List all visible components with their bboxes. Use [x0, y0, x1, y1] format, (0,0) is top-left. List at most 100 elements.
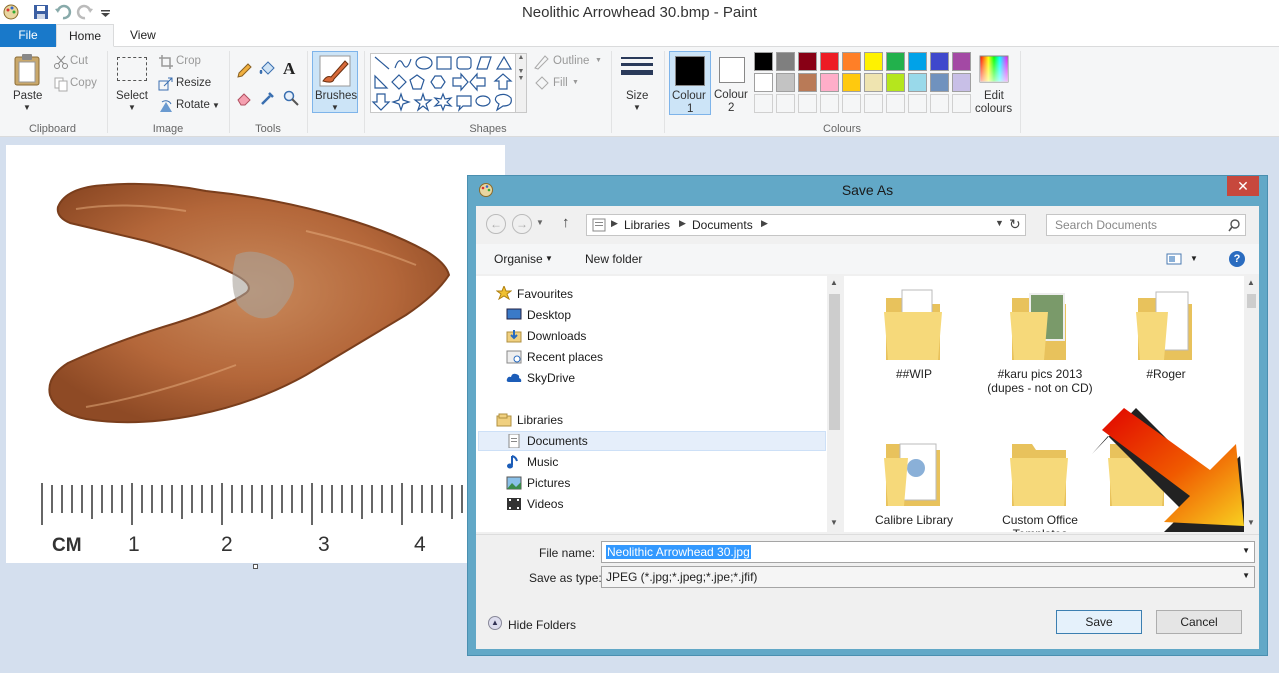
colour-swatch[interactable] — [776, 73, 795, 92]
colour-swatch[interactable] — [776, 52, 795, 71]
copy-button[interactable]: Copy — [70, 77, 97, 89]
nav-favourites[interactable]: Favourites — [517, 287, 573, 307]
organise-button[interactable]: Organise — [494, 252, 543, 266]
folder-item[interactable]: Calibre Library — [854, 430, 974, 527]
cancel-button[interactable]: Cancel — [1156, 610, 1242, 634]
nav-libraries[interactable]: Libraries — [517, 413, 563, 433]
colour-swatch[interactable] — [930, 73, 949, 92]
nav-scrollbar[interactable]: ▲ ▼ — [827, 276, 842, 532]
colour1-button[interactable]: Colour 1 — [669, 51, 711, 115]
files-scrollbar[interactable]: ▲ ▼ — [1244, 276, 1259, 532]
fill-dropdown-icon[interactable]: ▼ — [572, 79, 579, 86]
scroll-down-icon[interactable]: ▼ — [1247, 518, 1255, 527]
colour-swatch[interactable] — [886, 52, 905, 71]
colour-swatch[interactable] — [842, 73, 861, 92]
nav-scroll-thumb[interactable] — [829, 294, 840, 430]
brushes-button[interactable]: Brushes ▼ — [312, 51, 358, 113]
colour-swatch[interactable] — [864, 73, 883, 92]
colour-swatch[interactable] — [930, 52, 949, 71]
nav-music[interactable]: Music — [527, 455, 558, 475]
empty-colour-swatch[interactable] — [908, 94, 927, 113]
nav-pictures[interactable]: Pictures — [527, 476, 570, 496]
save-as-type-select[interactable]: JPEG (*.jpg;*.jpeg;*.jpe;*.jfif) ▼ — [601, 566, 1255, 588]
outline-button[interactable]: Outline — [553, 55, 589, 67]
colour-picker-icon[interactable] — [260, 90, 276, 106]
nav-documents[interactable]: Documents — [527, 434, 588, 454]
back-icon[interactable]: ← — [486, 214, 506, 234]
hide-folders-icon[interactable]: ▲ — [488, 616, 502, 630]
tab-view[interactable]: View — [118, 24, 166, 47]
shapes-gallery[interactable] — [370, 53, 516, 113]
size-button[interactable]: Size — [626, 90, 648, 102]
colour-swatch[interactable] — [798, 52, 817, 71]
edit-colours-label[interactable]: Edit — [984, 90, 1004, 102]
empty-colour-swatch[interactable] — [886, 94, 905, 113]
resize-button[interactable]: Resize — [176, 77, 211, 89]
fill-button[interactable]: Fill — [553, 77, 568, 89]
colour-swatch[interactable] — [908, 52, 927, 71]
shapes-scroll[interactable]: ▲ ▼ ▼ — [515, 53, 527, 113]
empty-colour-swatch[interactable] — [864, 94, 883, 113]
empty-colour-swatch[interactable] — [820, 94, 839, 113]
nav-skydrive[interactable]: SkyDrive — [527, 371, 575, 391]
edit-colours-label-2[interactable]: colours — [975, 103, 1012, 115]
empty-colour-swatch[interactable] — [776, 94, 795, 113]
view-options-icon[interactable] — [1166, 253, 1182, 265]
view-dropdown-icon[interactable]: ▼ — [1190, 254, 1198, 263]
eraser-icon[interactable] — [236, 90, 252, 106]
select-dropdown-icon[interactable]: ▼ — [128, 103, 136, 112]
colour-swatch[interactable] — [952, 52, 971, 71]
colour2-button[interactable]: Colour 2 — [712, 51, 752, 115]
tab-home[interactable]: Home — [56, 24, 114, 47]
empty-colour-swatch[interactable] — [842, 94, 861, 113]
paste-button[interactable]: Paste — [13, 90, 42, 102]
cut-button[interactable]: Cut — [70, 55, 88, 67]
empty-colour-swatch[interactable] — [798, 94, 817, 113]
pencil-icon[interactable] — [236, 63, 252, 79]
magnifier-icon[interactable] — [283, 90, 299, 106]
size-dropdown-icon[interactable]: ▼ — [633, 103, 641, 112]
folder-item[interactable]: ##WIP — [854, 284, 974, 381]
forward-icon[interactable]: → — [512, 214, 532, 234]
tab-file[interactable]: File — [0, 24, 56, 47]
empty-colour-swatch[interactable] — [754, 94, 773, 113]
empty-colour-swatch[interactable] — [930, 94, 949, 113]
up-icon[interactable]: ↑ — [562, 214, 570, 231]
breadcrumb-documents[interactable]: Documents — [692, 218, 753, 232]
file-name-dropdown-icon[interactable]: ▼ — [1242, 546, 1250, 555]
nav-desktop[interactable]: Desktop — [527, 308, 571, 328]
nav-downloads[interactable]: Downloads — [527, 329, 586, 349]
refresh-icon[interactable]: ↻ — [1009, 216, 1021, 233]
colour-swatch[interactable] — [798, 73, 817, 92]
select-button[interactable]: Select — [116, 90, 148, 102]
colour-swatch[interactable] — [820, 73, 839, 92]
colour-swatch[interactable] — [820, 52, 839, 71]
select-icon[interactable] — [117, 57, 147, 81]
files-scroll-thumb[interactable] — [1247, 294, 1256, 308]
paste-icon[interactable] — [12, 53, 42, 87]
save-as-type-dropdown-icon[interactable]: ▼ — [1242, 571, 1250, 580]
hide-folders-button[interactable]: Hide Folders — [508, 618, 576, 632]
organise-dropdown-icon[interactable]: ▼ — [545, 254, 553, 263]
rotate-dropdown-icon[interactable]: ▼ — [212, 101, 220, 110]
colour-swatch[interactable] — [864, 52, 883, 71]
address-dropdown-icon[interactable]: ▼ — [995, 218, 1004, 228]
breadcrumb-libraries[interactable]: Libraries — [624, 218, 670, 232]
crop-button[interactable]: Crop — [176, 55, 201, 67]
rotate-button[interactable]: Rotate — [176, 99, 210, 111]
colour-swatch[interactable] — [886, 73, 905, 92]
close-button[interactable]: ✕ — [1227, 176, 1259, 196]
colour-swatch[interactable] — [842, 52, 861, 71]
outline-dropdown-icon[interactable]: ▼ — [595, 57, 602, 64]
paste-dropdown-icon[interactable]: ▼ — [23, 103, 31, 112]
folder-item[interactable]: #karu pics 2013 (dupes - not on CD) — [980, 284, 1100, 395]
canvas-resize-handle[interactable] — [253, 564, 258, 569]
drawing-canvas[interactable]: CM 1 2 3 4 — [6, 145, 505, 563]
folder-item[interactable]: #Roger — [1106, 284, 1226, 381]
nav-recent-places[interactable]: Recent places — [527, 350, 603, 370]
scroll-down-icon[interactable]: ▼ — [830, 518, 838, 527]
nav-videos[interactable]: Videos — [527, 497, 563, 517]
recent-locations-icon[interactable]: ▼ — [536, 218, 544, 227]
help-icon[interactable]: ? — [1229, 251, 1245, 267]
fill-bucket-icon[interactable] — [259, 61, 275, 77]
